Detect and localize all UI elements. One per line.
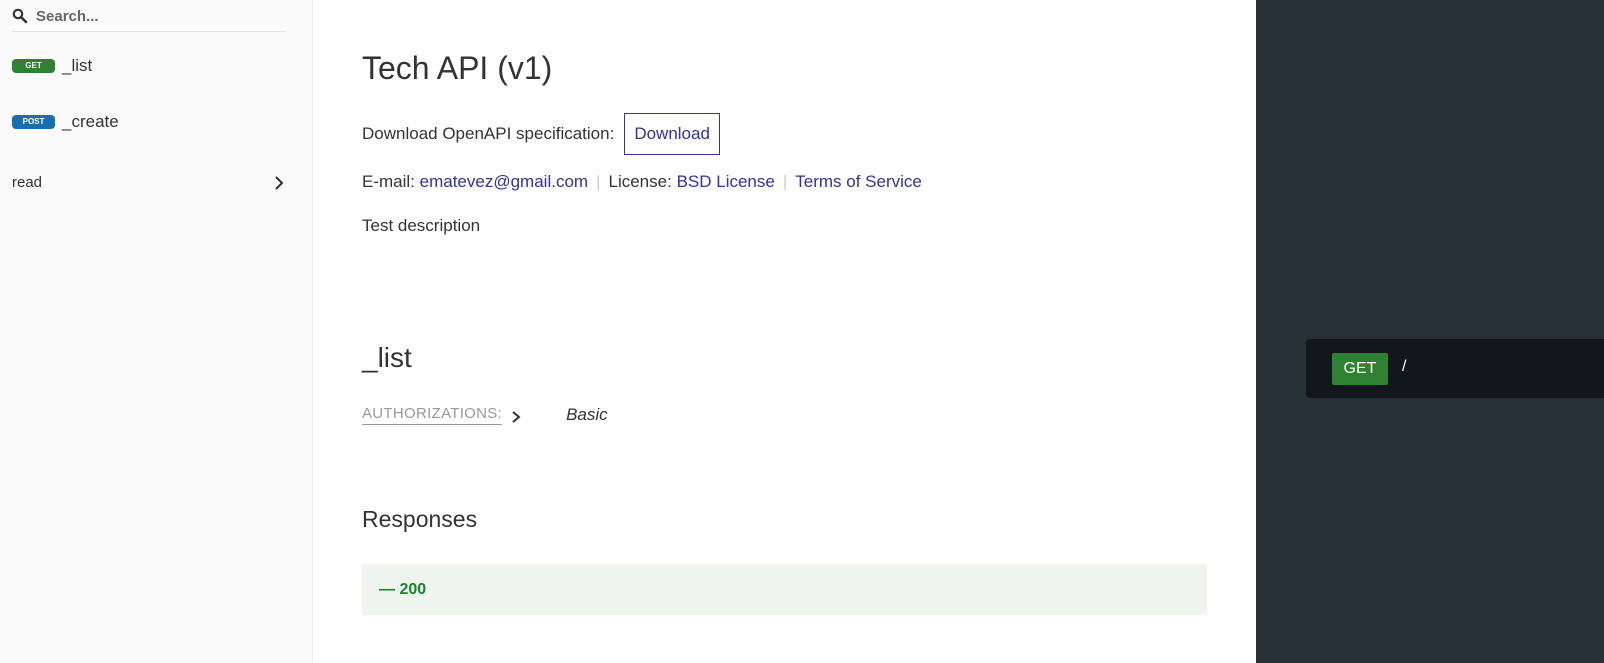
endpoint-path: / <box>1402 358 1407 375</box>
contact-info: E-mail: ematevez@gmail.com | License: BS… <box>362 172 922 192</box>
sidebar-item-list[interactable]: GET _list <box>12 53 92 79</box>
response-code: — 200 <box>379 580 427 598</box>
chevron-right-icon <box>275 176 284 190</box>
search-box <box>12 0 286 32</box>
method-badge-get: GET <box>12 59 55 73</box>
search-input[interactable] <box>36 3 276 29</box>
method-badge-get: GET <box>1332 353 1388 385</box>
operation-title: _list <box>362 342 412 373</box>
authorizations-toggle[interactable]: AUTHORIZATIONS: <box>362 405 503 425</box>
page-title: Tech API (v1) <box>362 50 553 86</box>
download-text: Download OpenAPI specification: <box>362 124 615 143</box>
download-button[interactable]: Download <box>624 113 720 155</box>
authorization-value: Basic <box>566 405 608 424</box>
email-link[interactable]: ematevez@gmail.com <box>420 172 588 192</box>
sidebar-item-label: _create <box>62 112 119 131</box>
email-label: E-mail: <box>362 172 415 191</box>
separator: | <box>782 172 788 191</box>
download-row: Download OpenAPI specification: Download <box>362 113 720 155</box>
license-label: License: <box>608 172 672 191</box>
endpoint-toggle[interactable]: GET / <box>1306 339 1604 398</box>
responses-title: Responses <box>362 506 478 532</box>
method-badge-post: POST <box>12 115 55 129</box>
right-panel: GET / <box>1256 0 1604 663</box>
terms-link[interactable]: Terms of Service <box>795 172 922 192</box>
api-description: Test description <box>362 216 481 235</box>
sidebar-item-create[interactable]: POST _create <box>12 109 119 135</box>
sidebar-group-label: read <box>12 174 43 191</box>
chevron-right-icon[interactable] <box>510 409 522 425</box>
license-link[interactable]: BSD License <box>677 172 775 192</box>
sidebar-item-label: _list <box>62 56 93 75</box>
search-icon <box>12 8 28 24</box>
sidebar: GET _list POST _create read <box>0 0 313 663</box>
authorizations-row: AUTHORIZATIONS: Basic <box>362 405 608 425</box>
main-content: Tech API (v1) Download OpenAPI specifica… <box>313 0 1256 663</box>
separator: | <box>596 172 601 191</box>
sidebar-group-read[interactable]: read <box>12 171 286 195</box>
response-200[interactable]: — 200 <box>362 564 1207 615</box>
